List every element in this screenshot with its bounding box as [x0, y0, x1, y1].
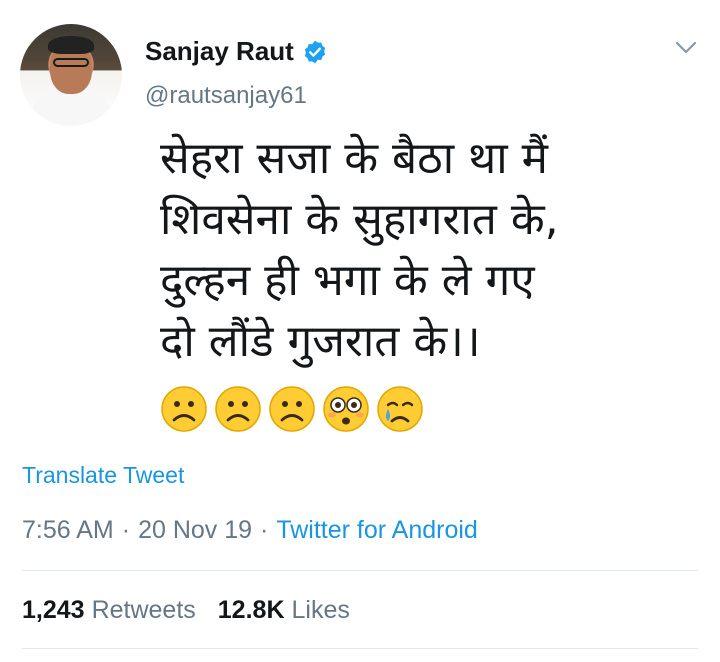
emoji-row: [160, 385, 424, 433]
frowning-face-icon: [161, 386, 207, 432]
frowning-face-icon: [269, 386, 315, 432]
tweet-card: Sanjay Raut @rautsanjay61 सेहरा सजा के ब…: [0, 0, 720, 662]
author-handle[interactable]: @rautsanjay61: [145, 82, 307, 110]
tweet-stats: 1,243 Retweets 12.8K Likes: [22, 596, 350, 625]
flushed-face-icon: [323, 386, 369, 432]
avatar[interactable]: [20, 24, 122, 126]
tweet-source-link[interactable]: Twitter for Android: [276, 516, 477, 545]
likes-label[interactable]: Likes: [292, 596, 350, 625]
avatar-glasses: [53, 58, 89, 67]
verified-badge-icon: [304, 40, 326, 63]
retweets-count[interactable]: 1,243: [22, 596, 85, 625]
translate-tweet-link[interactable]: Translate Tweet: [22, 462, 184, 489]
tweet-meta: 7:56 AM · 20 Nov 19 · Twitter for Androi…: [22, 516, 478, 545]
meta-separator: ·: [260, 516, 269, 544]
frowning-face-icon: [215, 386, 261, 432]
author-name[interactable]: Sanjay Raut: [145, 36, 294, 67]
avatar-hair: [48, 36, 94, 54]
likes-count[interactable]: 12.8K: [218, 596, 285, 625]
tweet-line: सेहरा सजा के बैठा था मैं: [160, 133, 548, 184]
author-name-row[interactable]: Sanjay Raut: [145, 36, 328, 67]
tweet-line: दुल्हन ही भगा के ले गए: [160, 255, 535, 306]
tweet-line: शिवसेना के सुहागरात के,: [160, 194, 559, 245]
divider: [22, 570, 698, 571]
retweets-label[interactable]: Retweets: [92, 596, 196, 625]
crying-face-icon: [377, 386, 423, 432]
divider: [22, 648, 698, 649]
meta-separator: ·: [121, 516, 131, 544]
tweet-time: 7:56 AM: [22, 516, 114, 544]
chevron-down-icon[interactable]: [674, 40, 698, 56]
tweet-date: 20 Nov 19: [138, 516, 253, 544]
tweet-line: दो लौंडे गुजरात के।।: [160, 316, 481, 367]
tweet-text: सेहरा सजा के बैठा था मैं शिवसेना के सुहा…: [160, 128, 680, 372]
